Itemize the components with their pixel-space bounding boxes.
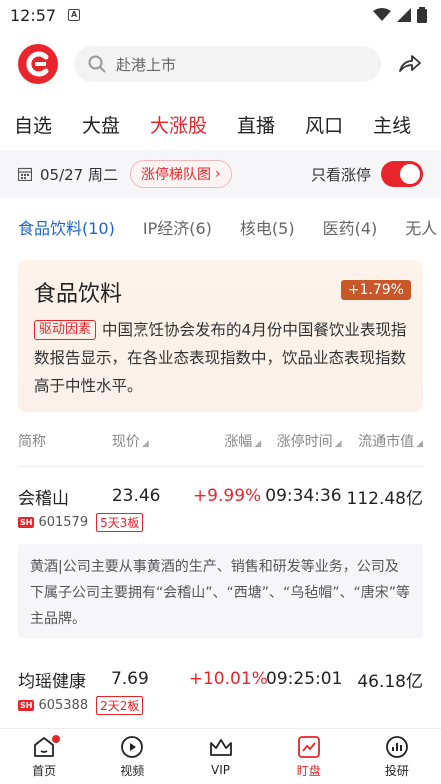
notification-icon: A (68, 9, 81, 21)
chevron-right-icon: › (215, 166, 221, 182)
col-header-price-wrap[interactable]: 现价 ◢ (112, 431, 191, 451)
ladder-button-label: 涨停梯队图 (141, 167, 211, 183)
chart-icon (297, 735, 320, 758)
stock-price: 23.46 (111, 486, 161, 506)
stock-code: 605388 (38, 698, 89, 713)
market-badge: SH (18, 517, 35, 528)
calendar-icon[interactable] (18, 167, 32, 181)
nav-vip[interactable]: VIP (176, 729, 264, 784)
limit-up-only-toggle[interactable] (381, 161, 423, 187)
sort-icon: ◢ (334, 439, 342, 449)
crown-icon (209, 739, 232, 756)
date-filter-bar: 05/27 周二 涨停梯队图 › 只看涨停 (0, 150, 441, 198)
top-bar: 赴港上市 (0, 30, 441, 98)
status-bar: 12:57 A (0, 0, 441, 30)
sector-tabs: 食品饮料(10) IP经济(6) 核电(5) 医药(4) 无人 (0, 198, 441, 256)
notification-dot (52, 735, 60, 743)
stock-code: 601579 (38, 515, 89, 530)
sector-tab-unmanned[interactable]: 无人 (405, 215, 437, 239)
stock-market-cap: 46.18亿 (357, 671, 423, 692)
toggle-knob (400, 164, 420, 184)
sector-description-block: 驱动因素 中国烹饪协会发布的4月份中国餐饮业表现指数报告显示，在各业态表现指数中，… (34, 316, 407, 400)
col-header-change-wrap[interactable]: 涨幅 ◢ (190, 431, 261, 451)
col-header-cap: 流通市值 (358, 434, 415, 450)
table-row[interactable]: 会稽山 23.46 +9.99% 09:34:36 112.48亿 SH 601… (0, 467, 441, 532)
table-row[interactable]: 均瑶健康 7.69 +10.01% 09:25:01 46.18亿 SH 605… (0, 638, 441, 715)
search-placeholder: 赴港上市 (116, 55, 177, 74)
driver-tag: 驱动因素 (34, 320, 97, 340)
sector-tab-ip-economy[interactable]: IP经济(6) (143, 215, 212, 239)
sector-tab-food-beverage[interactable]: 食品饮料(10) (18, 215, 115, 239)
tab-live[interactable]: 直播 (237, 111, 275, 138)
play-icon (121, 735, 144, 758)
tab-watchlist[interactable]: 自选 (14, 111, 52, 138)
stock-description: 黄酒|公司主要从事黄酒的生产、销售和研发等业务，公司及下属子公司主要拥有“会稽山… (18, 544, 423, 638)
col-header-cap-wrap[interactable]: 流通市值 ◢ (342, 431, 423, 451)
col-header-price: 现价 (111, 434, 140, 450)
stock-price: 7.69 (110, 669, 149, 689)
sector-summary-card[interactable]: 食品饮料 +1.79% 驱动因素 中国烹饪协会发布的4月份中国餐饮业表现指数报告显… (18, 260, 423, 412)
nav-research[interactable]: 投研 (353, 729, 441, 784)
bottom-nav: 首页 视频 VIP 盯盘 投研 (0, 728, 441, 784)
logo-icon (26, 51, 49, 77)
limit-up-only-label: 只看涨停 (310, 165, 371, 184)
tab-big-gainers[interactable]: 大涨股 (150, 111, 207, 138)
stock-name: 均瑶健康 (18, 671, 86, 692)
wifi-icon (373, 8, 391, 21)
stock-limit-time: 09:34:36 (265, 486, 342, 506)
date-label[interactable]: 05/27 周二 (40, 164, 118, 185)
tab-trend[interactable]: 风口 (305, 111, 343, 138)
col-header-name: 简称 (18, 434, 46, 450)
share-icon[interactable] (397, 51, 423, 77)
market-badge: SH (18, 700, 35, 711)
signal-icon (397, 8, 411, 22)
search-bar[interactable]: 赴港上市 (74, 46, 381, 82)
sector-change-badge: +1.79% (340, 280, 411, 300)
col-header-time-wrap[interactable]: 涨停时间 ◢ (261, 431, 342, 451)
sort-icon: ◢ (416, 439, 423, 449)
main-nav-tabs: 自选 大盘 大涨股 直播 风口 主线 (0, 98, 441, 150)
stock-change: +9.99% (192, 486, 262, 506)
limit-up-ladder-button[interactable]: 涨停梯队图 › (130, 160, 232, 188)
nav-home[interactable]: 首页 (0, 729, 88, 784)
tab-market[interactable]: 大盘 (82, 111, 120, 138)
app-logo[interactable] (18, 44, 58, 84)
stock-market-cap: 112.48亿 (346, 488, 423, 509)
search-icon (88, 55, 106, 73)
research-icon (386, 735, 408, 758)
sector-tab-nuclear[interactable]: 核电(5) (240, 215, 295, 239)
board-count-tag: 2天2板 (96, 696, 144, 715)
tab-main-line[interactable]: 主线 (373, 111, 411, 138)
col-header-change: 涨幅 (224, 434, 253, 450)
sort-icon: ◢ (254, 439, 262, 449)
stock-limit-time: 09:25:01 (266, 669, 343, 689)
nav-vip-label: VIP (211, 763, 230, 777)
sector-tab-pharma[interactable]: 医药(4) (323, 215, 378, 239)
sort-icon: ◢ (141, 439, 149, 449)
nav-video-label: 视频 (120, 763, 145, 778)
board-count-tag: 5天3板 (96, 513, 144, 532)
nav-watch[interactable]: 盯盘 (265, 729, 353, 784)
nav-research-label: 投研 (384, 763, 409, 778)
col-header-time: 涨停时间 (276, 434, 333, 450)
nav-watch-label: 盯盘 (296, 763, 321, 778)
nav-home-label: 首页 (32, 763, 57, 778)
table-header: 简称 现价 ◢ 涨幅 ◢ 涨停时间 ◢ 流通市值 ◢ (0, 416, 441, 466)
battery-icon (417, 7, 427, 23)
nav-video[interactable]: 视频 (88, 729, 176, 784)
status-time: 12:57 (10, 5, 57, 25)
stock-name: 会稽山 (18, 488, 69, 509)
stock-change: +10.01% (188, 669, 268, 689)
